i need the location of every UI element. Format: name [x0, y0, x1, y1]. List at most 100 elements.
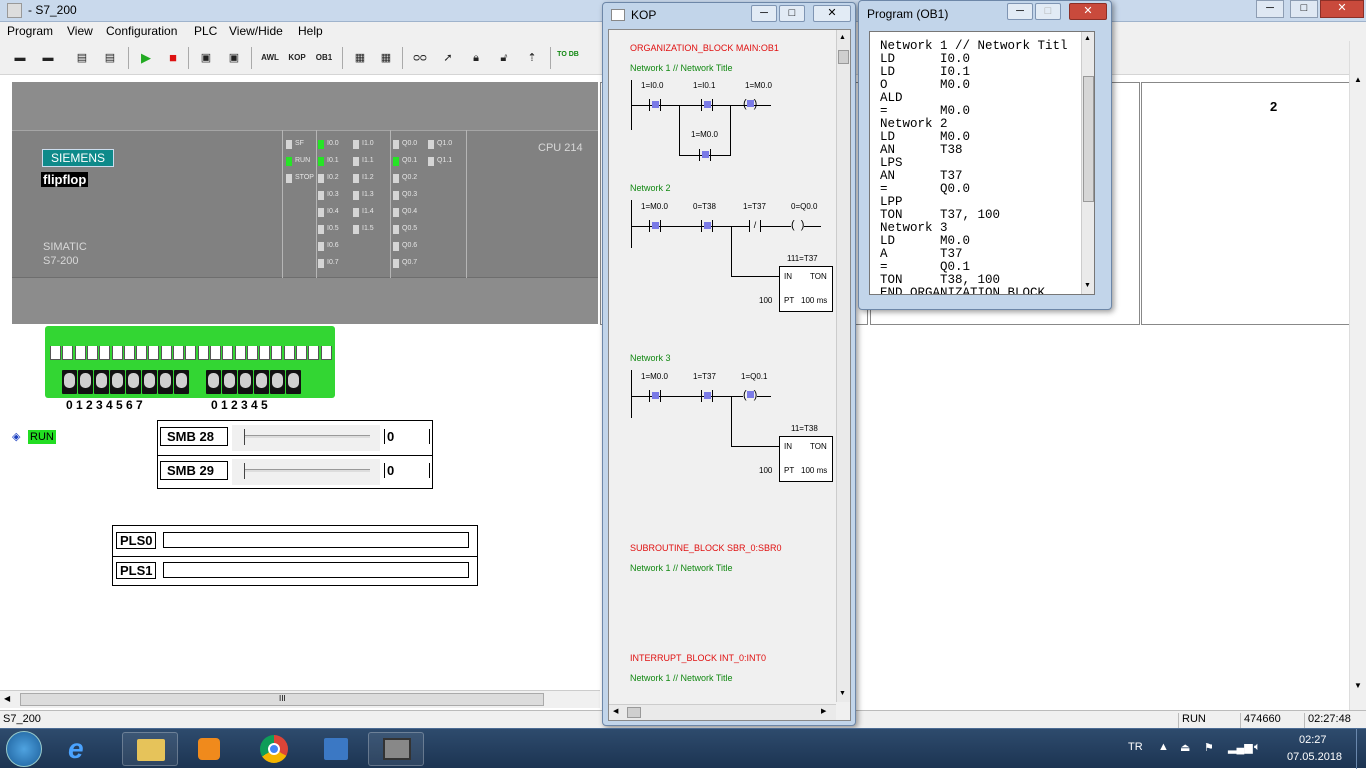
kop-minimize-button[interactable]: ─ — [751, 5, 777, 22]
horizontal-scroll-thumb[interactable]: III — [20, 693, 544, 706]
pls0-field[interactable] — [163, 532, 469, 548]
ton-timer-block: IN TON PT 100 ms — [779, 436, 833, 482]
internet-explorer-icon[interactable]: e — [68, 733, 84, 765]
save-icon[interactable]: ▤ — [100, 48, 120, 68]
contact — [649, 390, 661, 402]
output-terminal — [286, 370, 301, 394]
network3-title: Network 3 — [630, 353, 671, 363]
led-label: Q0.3 — [402, 191, 418, 198]
led — [318, 140, 324, 149]
smb28-slider-thumb[interactable] — [244, 429, 250, 445]
kop-vertical-scrollbar[interactable]: ▲ ▼ — [836, 30, 850, 702]
input-switch[interactable] — [174, 370, 189, 394]
led-label: Q0.0 — [402, 140, 418, 147]
stop-icon[interactable]: ■ — [163, 48, 183, 68]
erase-icon[interactable]: ▬ — [10, 48, 30, 68]
signal-icon[interactable]: ▂▄▆ — [1228, 741, 1253, 754]
open-icon[interactable]: ▤ — [72, 48, 92, 68]
minimize-button[interactable]: ─ — [1256, 0, 1284, 18]
file-explorer-icon[interactable] — [122, 732, 178, 766]
chrome-icon[interactable] — [246, 732, 302, 766]
menu-program[interactable]: Program — [7, 24, 53, 38]
lock-icon[interactable]: 🔒︎ — [466, 48, 486, 68]
smb28-value[interactable]: 0 — [384, 429, 430, 444]
kop-maximize-button[interactable]: □ — [779, 5, 805, 22]
ob1-button[interactable]: OB1 — [312, 48, 336, 68]
usb-icon[interactable]: ⏏ — [1180, 741, 1190, 754]
stl-code-view[interactable]: Network 1 // Network Titl LD I0.0 LD I0.1 O… — [869, 31, 1095, 295]
program-close-button[interactable]: ✕ — [1069, 3, 1107, 20]
language-indicator[interactable]: TR — [1128, 741, 1143, 753]
smb29-slider[interactable] — [232, 459, 380, 485]
awl-button[interactable]: AWL — [258, 48, 282, 68]
coil-label: 1=Q0.1 — [741, 372, 768, 381]
maximize-button[interactable]: □ — [1290, 0, 1318, 18]
input-switch[interactable] — [78, 370, 93, 394]
monitor-icon[interactable]: ▣ — [196, 48, 216, 68]
kop-hscroll-thumb[interactable] — [627, 707, 641, 718]
erase2-icon[interactable]: ▬ — [38, 48, 58, 68]
menu-view-hide[interactable]: View/Hide — [229, 24, 283, 38]
int-network-title: Network 1 // Network Title — [630, 673, 733, 683]
todb-button[interactable]: TO DB — [556, 48, 580, 68]
status-mode: RUN — [1178, 713, 1238, 728]
contact-label: 0=T38 — [693, 202, 716, 211]
program-minimize-button[interactable]: ─ — [1007, 3, 1033, 20]
scroll-down-icon[interactable]: ▼ — [1354, 681, 1362, 690]
menu-configuration[interactable]: Configuration — [106, 24, 177, 38]
scroll-up-icon[interactable]: ▲ — [1084, 35, 1091, 42]
smb28-slider[interactable] — [232, 425, 380, 451]
unlock-icon[interactable]: 🔓︎ — [494, 48, 514, 68]
input-switch[interactable] — [142, 370, 157, 394]
scroll-down-icon[interactable]: ▼ — [1084, 282, 1091, 289]
input-switch[interactable] — [94, 370, 109, 394]
show-desktop-button[interactable] — [1356, 729, 1366, 769]
start-button[interactable] — [6, 731, 42, 767]
s7-simulator-taskbar-icon[interactable] — [368, 732, 424, 766]
pointer-icon[interactable]: ➚ — [438, 48, 458, 68]
run-icon[interactable]: ▶ — [136, 48, 156, 68]
input-switch[interactable] — [110, 370, 125, 394]
kop-close-button[interactable]: ✕ — [813, 5, 851, 22]
scroll-up-icon[interactable]: ▲ — [839, 34, 846, 41]
vertical-scrollbar[interactable]: ▲ ▼ — [1349, 41, 1366, 710]
kop-vscroll-thumb[interactable] — [838, 50, 849, 64]
scroll-left-icon[interactable]: ◀ — [4, 694, 10, 703]
upload-icon[interactable]: ⇡ — [522, 48, 542, 68]
network1-title: Network 1 // Network Title — [630, 63, 733, 73]
flag-icon[interactable]: ⚑ — [1204, 741, 1214, 754]
menu-view[interactable]: View — [67, 24, 93, 38]
horizontal-scrollbar[interactable]: ◀ III — [0, 690, 600, 708]
input-switch[interactable] — [126, 370, 141, 394]
tray-expand-icon[interactable]: ▲ — [1158, 741, 1169, 753]
network-app-icon[interactable] — [308, 732, 364, 766]
clock-time[interactable]: 02:27 — [1299, 734, 1327, 746]
menu-plc[interactable]: PLC — [194, 24, 217, 38]
input-switch[interactable] — [158, 370, 173, 394]
program-vscroll-thumb[interactable] — [1083, 76, 1094, 202]
glasses-icon[interactable]: ᴑᴑ — [410, 48, 430, 68]
media-player-icon[interactable] — [182, 732, 238, 766]
scroll-right-icon[interactable]: ▶ — [821, 707, 826, 715]
menu-help[interactable]: Help — [298, 24, 323, 38]
program-maximize-button[interactable]: □ — [1035, 3, 1061, 20]
kop-horizontal-scrollbar[interactable]: ◀ ▶ — [609, 704, 836, 720]
scroll-up-icon[interactable]: ▲ — [1354, 75, 1362, 84]
coil: () — [743, 98, 758, 110]
pls1-field[interactable] — [163, 562, 469, 578]
window-icon[interactable]: ▦ — [350, 48, 370, 68]
program-vertical-scrollbar[interactable]: ▲ ▼ — [1081, 32, 1094, 294]
chart-icon[interactable]: ▦ — [376, 48, 396, 68]
smb29-slider-thumb[interactable] — [244, 463, 250, 479]
kop-button[interactable]: KOP — [285, 48, 309, 68]
scroll-left-icon[interactable]: ◀ — [613, 707, 618, 715]
smb29-value[interactable]: 0 — [384, 463, 430, 478]
printer-icon[interactable]: ▣ — [224, 48, 244, 68]
input-switch[interactable] — [62, 370, 77, 394]
volume-icon[interactable]: 🔈︎ — [1254, 741, 1261, 754]
clock-date[interactable]: 07.05.2018 — [1287, 751, 1342, 763]
scroll-down-icon[interactable]: ▼ — [839, 690, 846, 697]
close-button[interactable]: ✕ — [1320, 0, 1364, 18]
led — [393, 225, 399, 234]
led-label: I0.1 — [327, 157, 339, 164]
